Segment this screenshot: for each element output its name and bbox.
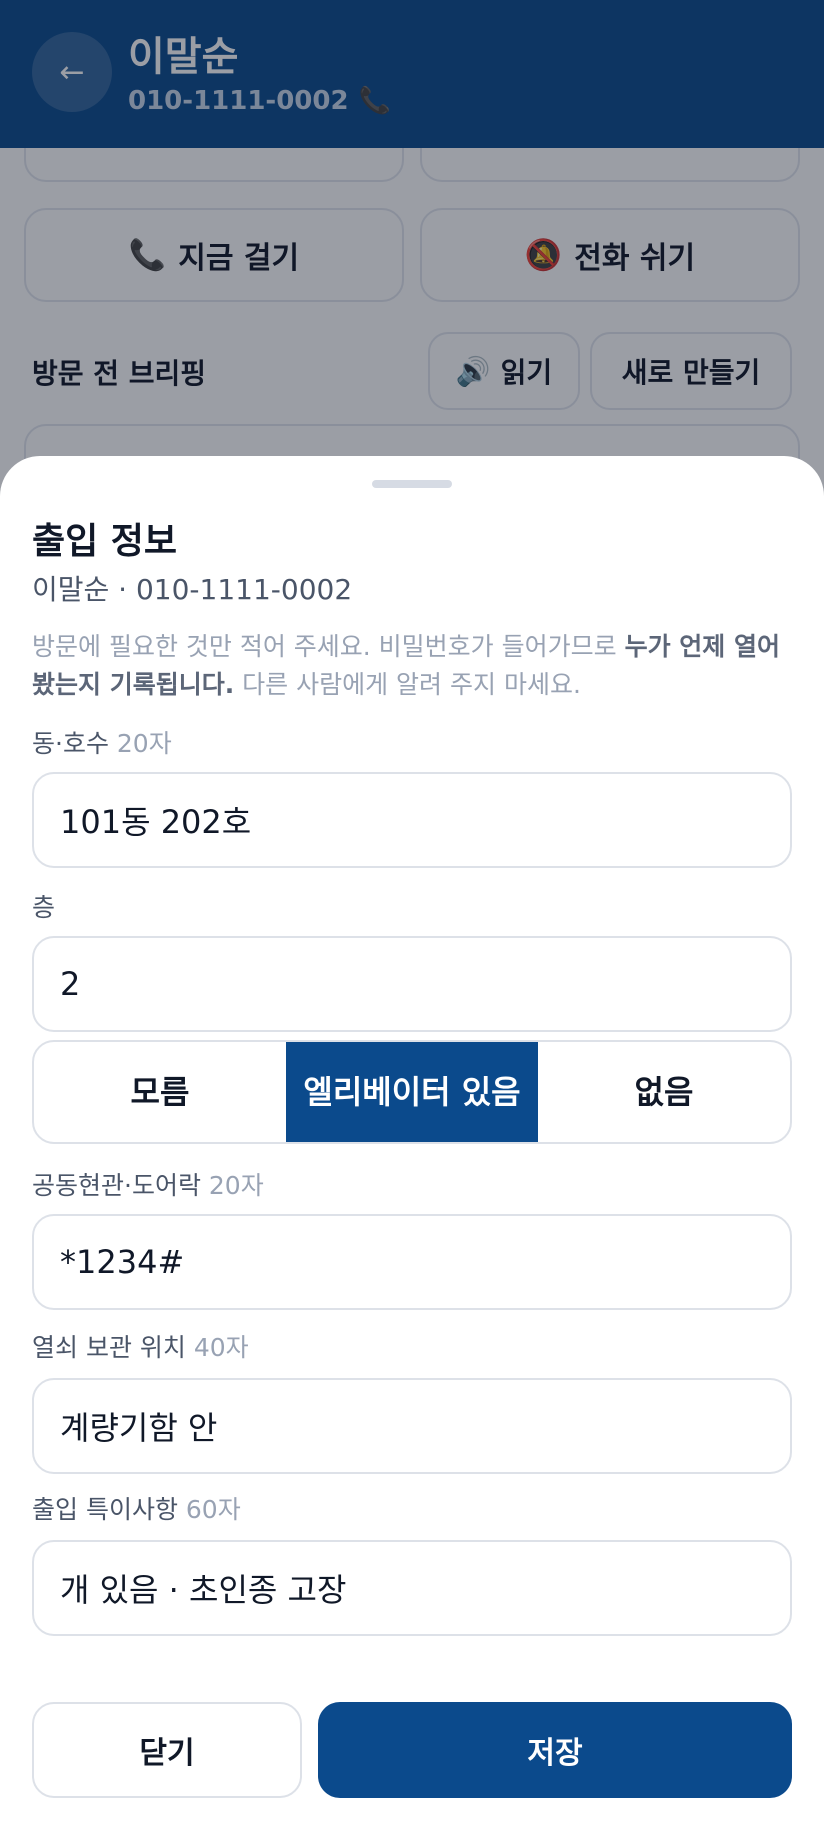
key-field-label: 열쇠 보관 위치 40자 [32, 1328, 249, 1364]
access-info-sheet: 출입 정보 이말순 · 010-1111-0002 방문에 필요한 것만 적어 … [0, 456, 824, 1830]
elevator-segmented-control: 모름 엘리베이터 있음 없음 [32, 1040, 792, 1144]
floor-label-text: 층 [32, 893, 56, 922]
floor-input[interactable] [32, 936, 792, 1032]
notes-label-text: 출입 특이사항 [32, 1495, 178, 1524]
entrance-limit: 20자 [208, 1171, 264, 1200]
entrance-code-input[interactable] [32, 1214, 792, 1310]
unit-field-label: 동·호수 20자 [32, 724, 172, 760]
elevator-option-unknown[interactable]: 모름 [34, 1042, 286, 1142]
key-label-text: 열쇠 보관 위치 [32, 1333, 186, 1362]
notice-text-end: 다른 사람에게 알려 주지 마세요. [234, 670, 581, 699]
elevator-option-yes[interactable]: 엘리베이터 있음 [286, 1042, 538, 1142]
access-notes-input[interactable] [32, 1540, 792, 1636]
save-button[interactable]: 저장 [318, 1702, 792, 1798]
privacy-notice: 방문에 필요한 것만 적어 주세요. 비밀번호가 들어가므로 누가 언제 열어 … [32, 628, 792, 704]
elevator-option-none[interactable]: 없음 [538, 1042, 790, 1142]
entrance-label-text: 공동현관·도어락 [32, 1171, 201, 1200]
sheet-subtitle: 이말순 · 010-1111-0002 [32, 573, 353, 606]
header-backdrop [0, 0, 824, 148]
key-limit: 40자 [193, 1333, 249, 1362]
notes-limit: 60자 [185, 1495, 241, 1524]
key-location-input[interactable] [32, 1378, 792, 1474]
sheet-title: 출입 정보 [32, 521, 178, 562]
unit-input[interactable] [32, 772, 792, 868]
floor-field-label: 층 [32, 888, 55, 924]
notes-field-label: 출입 특이사항 60자 [32, 1490, 241, 1526]
close-button[interactable]: 닫기 [32, 1702, 302, 1798]
unit-label-text: 동·호수 [32, 729, 109, 758]
sheet-drag-handle[interactable] [372, 480, 452, 488]
notice-text: 방문에 필요한 것만 적어 주세요. 비밀번호가 들어가므로 [32, 632, 625, 661]
unit-limit: 20자 [116, 729, 172, 758]
entrance-field-label: 공동현관·도어락 20자 [32, 1166, 264, 1202]
